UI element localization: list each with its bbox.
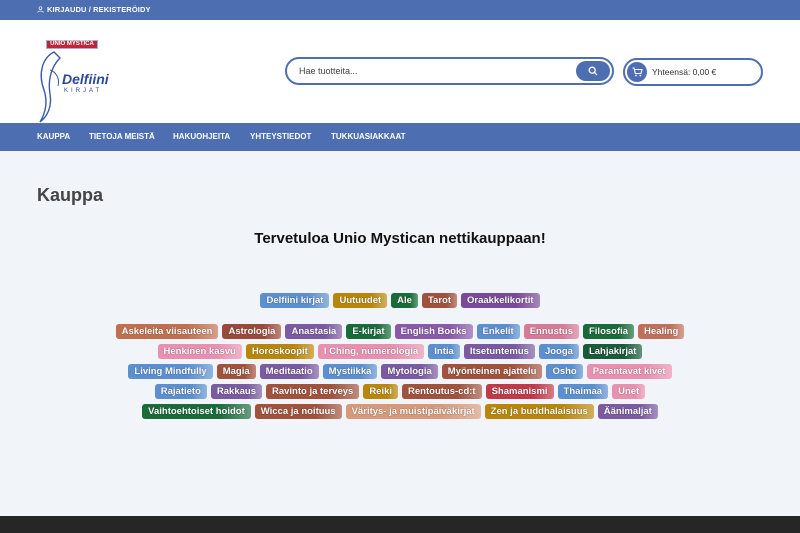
tag-lahjakirjat[interactable]: Lahjakirjat <box>582 344 643 359</box>
tag-mystiikka[interactable]: Mystiikka <box>322 364 378 379</box>
tag-rajatieto[interactable]: Rajatieto <box>154 384 207 399</box>
cart-total: Yhteensä: 0,00 € <box>652 67 717 77</box>
cart-icon <box>627 62 647 82</box>
tag-row: Rajatieto Rakkaus Ravinto ja terveys Reiki R… <box>0 384 800 399</box>
site-footer <box>0 516 800 533</box>
welcome-heading: Tervetuloa Unio Mystican nettikauppaan! <box>254 230 546 247</box>
tag-reiki[interactable]: Reiki <box>363 384 399 399</box>
search-form <box>285 57 614 85</box>
tag-horoskoopit[interactable]: Horoskoopit <box>245 344 314 359</box>
tag-shamanismi[interactable]: Shamanismi <box>485 384 554 399</box>
tag-uutuudet[interactable]: Uutuudet <box>333 293 388 308</box>
search-icon <box>588 66 598 76</box>
tag-filosofia[interactable]: Filosofia <box>582 324 635 339</box>
tag-row: Askeleita viisauteen Astrologia Anastasia E… <box>0 324 800 339</box>
tag-ennustus[interactable]: Ennustus <box>523 324 579 339</box>
tag-zen-ja-buddhalaisuus[interactable]: Zen ja buddhalaisuus <box>484 404 594 419</box>
tag-astrologia[interactable]: Astrologia <box>222 324 282 339</box>
login-register-link[interactable]: KIRJAUDU / REKISTERÖIDY <box>37 5 151 14</box>
site-logo[interactable]: UNIO MYSTICA Delfiini KIRJAT <box>36 40 109 126</box>
tag-intia[interactable]: Intia <box>428 344 460 359</box>
tag-rentoutus-cd-t[interactable]: Rentoutus-cd:t <box>402 384 482 399</box>
tag-osho[interactable]: Osho <box>546 364 583 379</box>
tag-row: Vaihtoehtoiset hoidot Wicca ja noituus Vär… <box>0 404 800 419</box>
tag-magia[interactable]: Magia <box>216 364 256 379</box>
tag-thaimaa[interactable]: Thaimaa <box>557 384 609 399</box>
tag-meditaatio[interactable]: Meditaatio <box>259 364 319 379</box>
tag-anastasia[interactable]: Anastasia <box>285 324 343 339</box>
tag-mytologia[interactable]: Mytologia <box>381 364 438 379</box>
tag-askeleita-viisauteen[interactable]: Askeleita viisauteen <box>115 324 219 339</box>
tag-row: Living Mindfully Magia Meditaatio Mystiikka… <box>0 364 800 379</box>
user-icon <box>37 6 44 13</box>
tag-row: Henkinen kasvu Horoskoopit I Ching, numero… <box>0 344 800 359</box>
tag-jooga[interactable]: Jooga <box>538 344 579 359</box>
tag-myonteinen-ajattelu[interactable]: Myönteinen ajattelu <box>441 364 543 379</box>
tag-tarot[interactable]: Tarot <box>421 293 457 308</box>
nav-item-yhteystiedot[interactable]: YHTEYSTIEDOT <box>250 132 311 141</box>
tag-i-ching-numerologia[interactable]: I Ching, numerologia <box>317 344 425 359</box>
dolphin-icon <box>39 51 61 123</box>
tag-delfiini-kirjat[interactable]: Delfiini kirjat <box>260 293 330 308</box>
tag-henkinen-kasvu[interactable]: Henkinen kasvu <box>157 344 242 359</box>
tag-wicca-ja-noituus[interactable]: Wicca ja noituus <box>254 404 342 419</box>
cart-widget[interactable]: Yhteensä: 0,00 € <box>623 58 763 86</box>
tag-e-kirjat[interactable]: E-kirjat <box>346 324 391 339</box>
nav-item-tukkuasiakkaat[interactable]: TUKKUASIAKKAAT <box>331 132 406 141</box>
site-header: UNIO MYSTICA Delfiini KIRJAT Yhteensä: 0… <box>0 20 800 123</box>
tag-parantavat-kivet[interactable]: Parantavat kivet <box>586 364 672 379</box>
page-title: Kauppa <box>37 185 104 205</box>
tag-rakkaus[interactable]: Rakkaus <box>210 384 262 399</box>
tag-itsetuntemus[interactable]: Itsetuntemus <box>463 344 535 359</box>
logo-title: Delfiini <box>62 71 109 87</box>
tag-aanimaljat[interactable]: Äänimaljat <box>597 404 658 419</box>
tag-ravinto-ja-terveys[interactable]: Ravinto ja terveys <box>265 384 360 399</box>
main-nav: KAUPPA TIETOJA MEISTÄ HAKUOHJEITA YHTEYS… <box>0 123 800 151</box>
tag-english-books[interactable]: English Books <box>394 324 473 339</box>
tag-enkelit[interactable]: Enkelit <box>476 324 520 339</box>
tag-oraakkelikortit[interactable]: Oraakkelikortit <box>461 293 540 308</box>
tag-living-mindfully[interactable]: Living Mindfully <box>128 364 213 379</box>
nav-item-hakuohjeita[interactable]: HAKUOHJEITA <box>173 132 230 141</box>
nav-item-kauppa[interactable]: KAUPPA <box>37 132 70 141</box>
search-button[interactable] <box>576 61 610 81</box>
tag-ale[interactable]: Ale <box>391 293 418 308</box>
tag-varitys-ja-muistipaivakirjat[interactable]: Väritys- ja muistipäiväkirjat <box>345 404 481 419</box>
tag-unet[interactable]: Unet <box>612 384 646 399</box>
logo-badge: UNIO MYSTICA <box>46 40 98 49</box>
featured-tag-row: Delfiini kirjat Uutuudet Ale Tarot Oraakkeli… <box>0 293 800 308</box>
logo-subtitle: KIRJAT <box>64 88 103 94</box>
nav-item-tietoja-meista[interactable]: TIETOJA MEISTÄ <box>89 132 155 141</box>
top-bar: KIRJAUDU / REKISTERÖIDY <box>0 0 800 20</box>
tag-vaihtoehtoiset-hoidot[interactable]: Vaihtoehtoiset hoidot <box>142 404 251 419</box>
login-register-label: KIRJAUDU / REKISTERÖIDY <box>47 5 151 14</box>
tag-healing[interactable]: Healing <box>638 324 685 339</box>
search-input[interactable] <box>299 63 569 79</box>
